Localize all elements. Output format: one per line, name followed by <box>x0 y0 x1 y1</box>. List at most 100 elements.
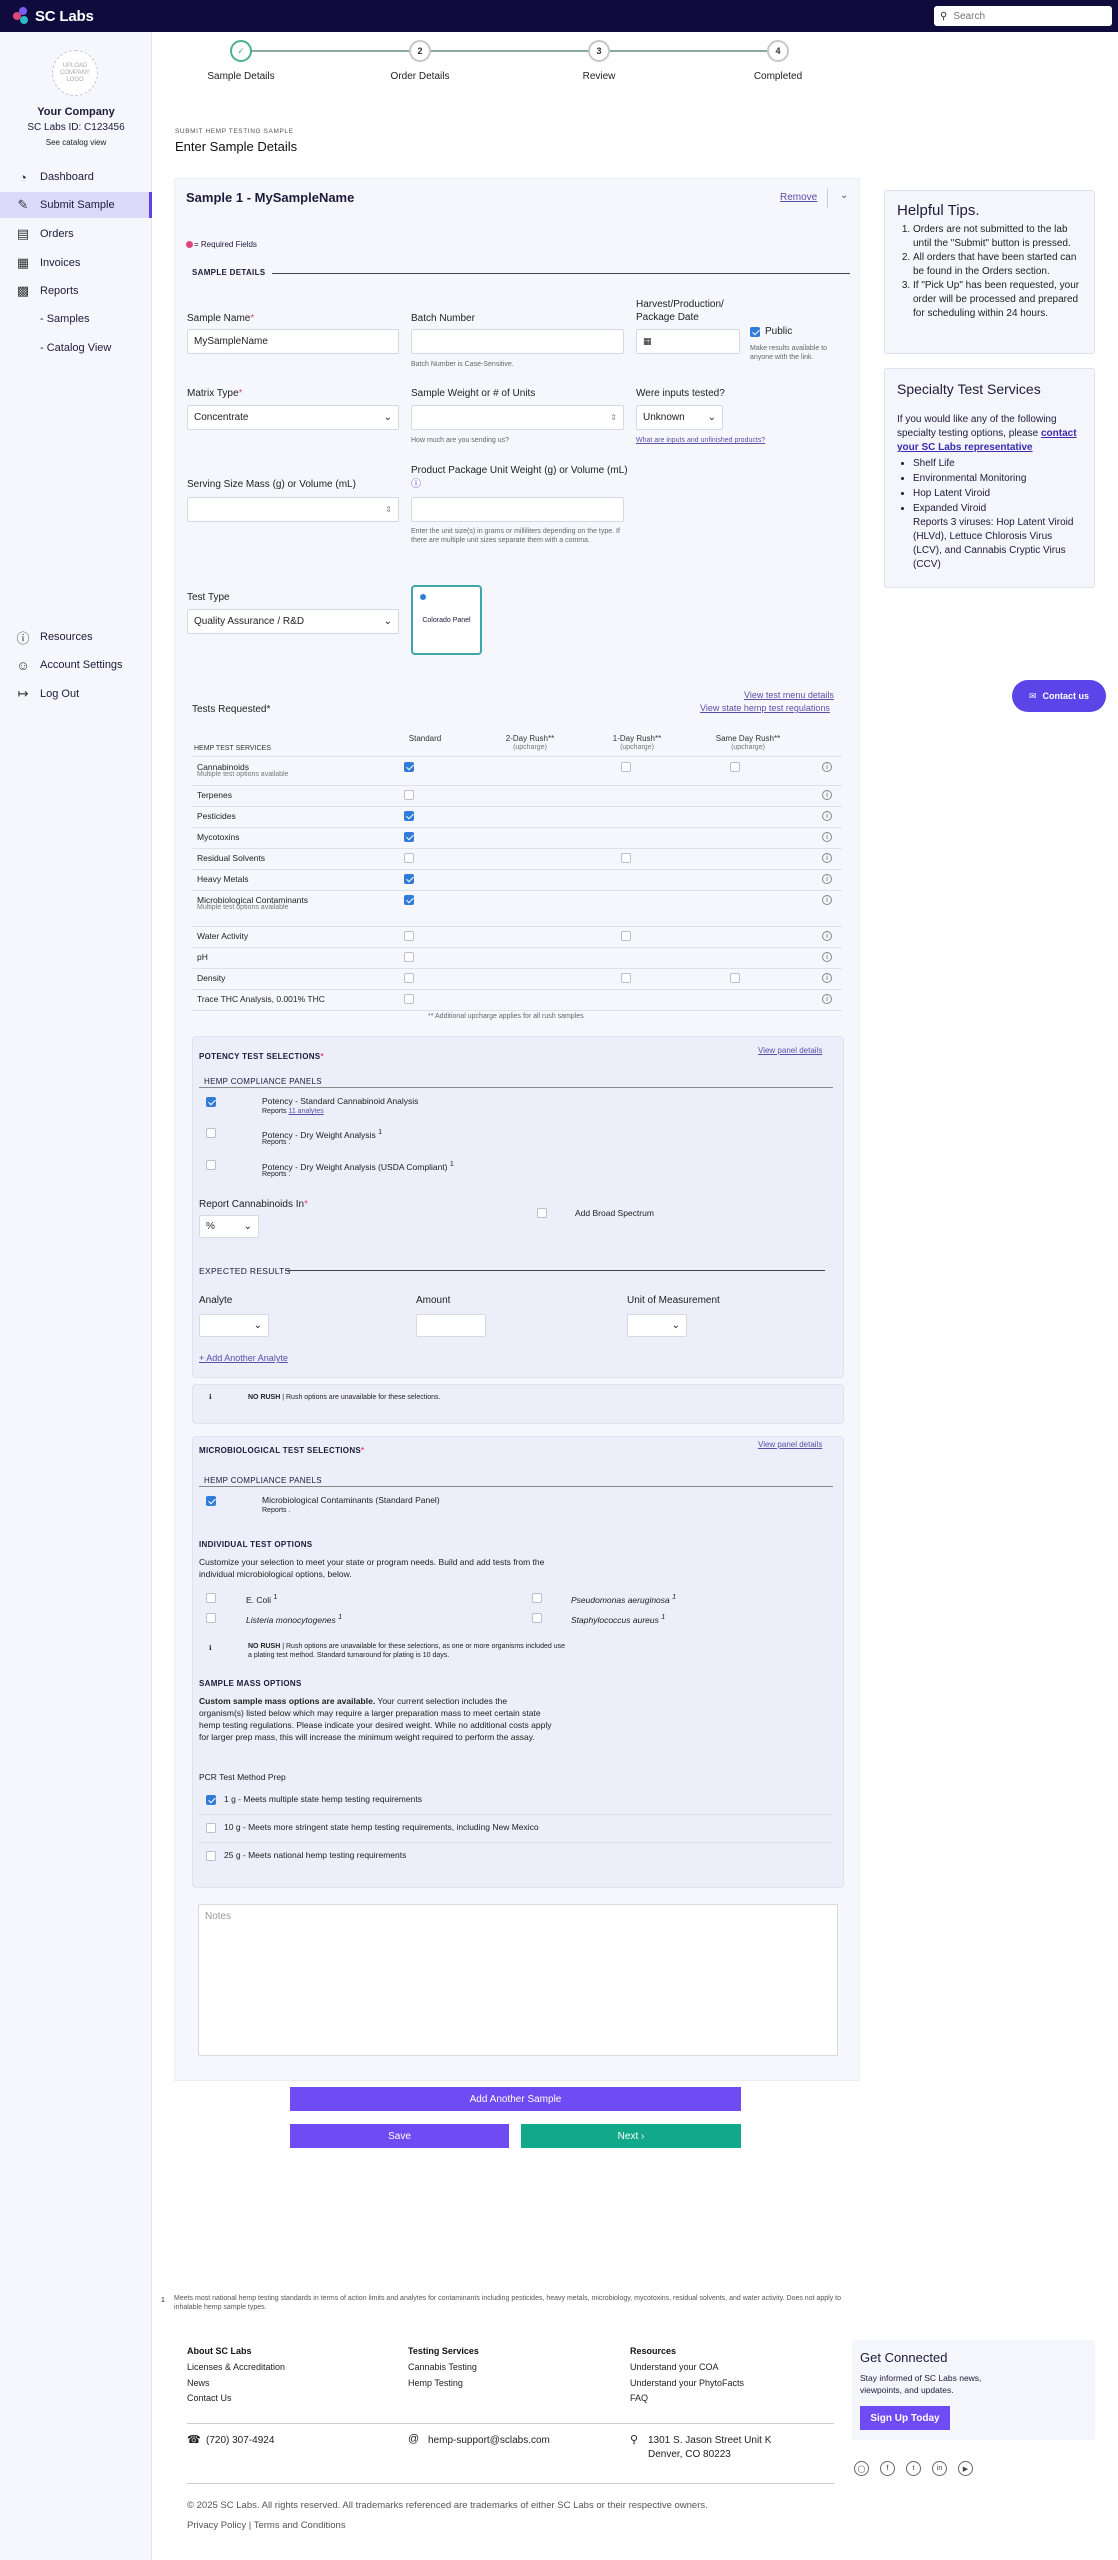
one-day-rush-checkbox[interactable] <box>621 973 631 983</box>
harvest-date-input[interactable]: ▦ <box>636 329 740 354</box>
standard-checkbox[interactable] <box>404 853 414 863</box>
twitter-icon[interactable]: t <box>906 2461 921 2476</box>
report-units-select[interactable]: % ⌄ <box>199 1215 259 1238</box>
standard-checkbox[interactable] <box>404 895 414 905</box>
footer-link[interactable]: Contact Us <box>187 2393 232 2403</box>
standard-checkbox[interactable] <box>404 811 414 821</box>
mass-10g-checkbox[interactable] <box>206 1823 216 1833</box>
catalog-view-link[interactable]: See catalog view <box>0 138 152 147</box>
nav-reports[interactable]: ▩ Reports <box>0 278 152 304</box>
info-icon[interactable]: i <box>822 811 832 821</box>
standard-checkbox[interactable] <box>404 931 414 941</box>
info-icon[interactable]: i <box>822 952 832 962</box>
info-icon[interactable]: i <box>822 790 832 800</box>
mass-1g-checkbox[interactable] <box>206 1795 216 1805</box>
terms-link[interactable]: Terms and Conditions <box>254 2520 346 2531</box>
matrix-type-select[interactable]: Concentrate ⌄ <box>187 405 399 430</box>
nav-samples[interactable]: - Samples <box>0 306 152 332</box>
public-checkbox[interactable] <box>750 327 760 337</box>
search-input[interactable] <box>953 10 1094 22</box>
search-box[interactable]: ⚲ <box>934 6 1112 26</box>
same-day-rush-checkbox[interactable] <box>730 973 740 983</box>
footer-link[interactable]: Understand your PhytoFacts <box>630 2378 744 2388</box>
privacy-link[interactable]: Privacy Policy <box>187 2520 246 2531</box>
pseudomonas-checkbox[interactable] <box>532 1593 542 1603</box>
info-icon[interactable]: i <box>822 832 832 842</box>
save-button[interactable]: Save <box>290 2124 509 2148</box>
info-icon[interactable]: i <box>822 853 832 863</box>
broad-spectrum-checkbox[interactable] <box>537 1208 547 1218</box>
youtube-icon[interactable]: ▶ <box>958 2461 973 2476</box>
ecoli-checkbox[interactable] <box>206 1593 216 1603</box>
info-icon[interactable]: i <box>822 762 832 772</box>
footer-link[interactable]: FAQ <box>630 2393 648 2403</box>
footer-link[interactable]: Understand your COA <box>630 2362 719 2372</box>
standard-checkbox[interactable] <box>404 790 414 800</box>
potency-dry-weight-checkbox[interactable] <box>206 1128 216 1138</box>
nav-submit-sample[interactable]: ✎ Submit Sample <box>0 192 152 218</box>
potency-standard-checkbox[interactable] <box>206 1097 216 1107</box>
footer-link[interactable]: News <box>187 2378 210 2388</box>
same-day-rush-checkbox[interactable] <box>730 762 740 772</box>
info-icon[interactable]: i <box>822 895 832 905</box>
footer-email[interactable]: hemp-support@sclabs.com <box>428 2435 550 2446</box>
standard-checkbox[interactable] <box>404 973 414 983</box>
info-icon[interactable]: i <box>822 931 832 941</box>
batch-number-input[interactable] <box>411 329 624 354</box>
footer-link[interactable]: Cannabis Testing <box>408 2362 477 2372</box>
standard-checkbox[interactable] <box>404 952 414 962</box>
micro-view-details-link[interactable]: View panel details <box>758 1440 822 1449</box>
micro-standard-checkbox[interactable] <box>206 1496 216 1506</box>
amount-input[interactable] <box>416 1314 486 1337</box>
footer-link[interactable]: Licenses & Accreditation <box>187 2362 285 2372</box>
standard-checkbox[interactable] <box>404 874 414 884</box>
nav-resources[interactable]: ⓘ Resources <box>0 624 152 650</box>
add-another-sample-button[interactable]: Add Another Sample <box>290 2087 741 2111</box>
view-test-menu-link[interactable]: View test menu details <box>744 690 834 700</box>
mass-25g-checkbox[interactable] <box>206 1851 216 1861</box>
colorado-panel-card[interactable]: Colorado Panel <box>411 585 482 655</box>
potency-view-details-link[interactable]: View panel details <box>758 1046 822 1055</box>
staph-checkbox[interactable] <box>532 1613 542 1623</box>
remove-sample-link[interactable]: Remove <box>780 192 817 203</box>
one-day-rush-checkbox[interactable] <box>621 931 631 941</box>
company-logo-upload[interactable]: UPLOAD COMPANY LOGO <box>52 50 98 96</box>
linkedin-icon[interactable]: in <box>932 2461 947 2476</box>
inputs-tested-select[interactable]: Unknown ⌄ <box>636 405 723 430</box>
view-regulations-link[interactable]: View state hemp test regulations <box>700 703 830 713</box>
sample-weight-input[interactable]: ⇕ <box>411 405 624 430</box>
nav-log-out[interactable]: ↦ Log Out <box>0 681 152 707</box>
analyte-select[interactable]: ⌄ <box>199 1314 269 1337</box>
nav-account-settings[interactable]: ☺ Account Settings <box>0 652 152 678</box>
uom-select[interactable]: ⌄ <box>627 1314 687 1337</box>
analytes-link[interactable]: 11 analytes <box>288 1108 323 1115</box>
sc-labs-logo[interactable]: SC Labs <box>13 7 94 25</box>
add-analyte-link[interactable]: + Add Another Analyte <box>199 1353 288 1363</box>
package-weight-input[interactable] <box>411 497 624 522</box>
nav-catalog-view[interactable]: - Catalog View <box>0 335 152 361</box>
nav-orders[interactable]: ▤ Orders <box>0 221 152 247</box>
serving-size-input[interactable]: ⇕ <box>187 497 399 522</box>
listeria-checkbox[interactable] <box>206 1613 216 1623</box>
sample-name-input[interactable]: MySampleName <box>187 329 399 354</box>
facebook-icon[interactable]: f <box>880 2461 895 2476</box>
standard-checkbox[interactable] <box>404 994 414 1004</box>
standard-checkbox[interactable] <box>404 762 414 772</box>
potency-usda-checkbox[interactable] <box>206 1160 216 1170</box>
info-icon[interactable]: i <box>822 874 832 884</box>
inputs-info-link[interactable]: What are inputs and unfinished products? <box>636 437 765 444</box>
nav-dashboard[interactable]: ◔ Dashboard <box>0 164 152 190</box>
standard-checkbox[interactable] <box>404 832 414 842</box>
one-day-rush-checkbox[interactable] <box>621 762 631 772</box>
one-day-rush-checkbox[interactable] <box>621 853 631 863</box>
footer-phone[interactable]: (720) 307-4924 <box>206 2435 274 2446</box>
info-icon[interactable]: i <box>822 994 832 1004</box>
collapse-chevron-icon[interactable]: ⌄ <box>840 190 848 201</box>
sign-up-button[interactable]: Sign Up Today <box>860 2406 950 2430</box>
notes-textarea[interactable]: Notes <box>198 1904 838 2056</box>
contact-us-button[interactable]: ✉ Contact us <box>1012 680 1106 712</box>
nav-invoices[interactable]: ▦ Invoices <box>0 250 152 276</box>
test-type-select[interactable]: Quality Assurance / R&D ⌄ <box>187 609 399 634</box>
instagram-icon[interactable]: ◯ <box>854 2461 869 2476</box>
info-icon[interactable]: i <box>822 973 832 983</box>
